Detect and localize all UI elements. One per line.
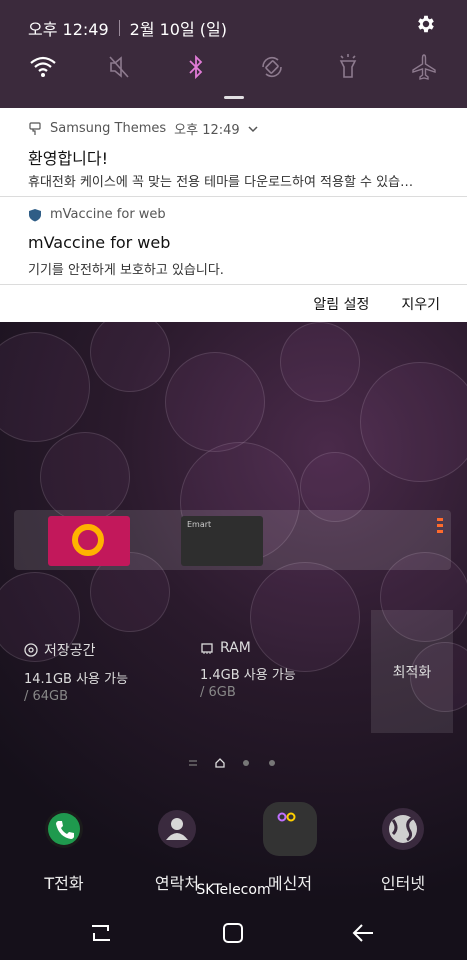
date: 2월 10일 (일) bbox=[129, 20, 227, 39]
quick-toggles bbox=[0, 50, 467, 90]
storage-available: 14.1GB 사용 가능 bbox=[24, 672, 129, 687]
device-care-widget: 저장공간 14.1GB 사용 가능 / 64GB RAM 1.4GB 사용 가능… bbox=[0, 610, 467, 733]
page-dot bbox=[243, 760, 249, 766]
storage-label: 저장공간 bbox=[44, 643, 96, 659]
shield-icon bbox=[29, 208, 41, 221]
card-logo-icon bbox=[72, 524, 104, 556]
messenger-app-icon[interactable] bbox=[261, 800, 319, 858]
home-page-icon bbox=[215, 758, 225, 768]
ram-available: 1.4GB 사용 가능 bbox=[200, 668, 296, 683]
notification-settings-button[interactable]: 알림 설정 bbox=[313, 294, 369, 314]
storage-total: / 64GB bbox=[24, 689, 69, 704]
notification-text: 기기를 안전하게 보호하고 있습니다. bbox=[28, 263, 224, 278]
chevron-down-icon[interactable] bbox=[248, 125, 258, 133]
brush-icon bbox=[29, 121, 41, 135]
navigation-bar bbox=[0, 904, 467, 960]
wallpaper-bubble bbox=[0, 332, 90, 442]
clock: 오후 12:49 bbox=[28, 20, 109, 39]
notification-samsung-themes[interactable]: Samsung Themes 오후 12:49 환영합니다! 휴대전화 케이스에… bbox=[0, 108, 467, 197]
internet-app-icon[interactable] bbox=[374, 800, 432, 858]
optimize-button[interactable]: 최적화 bbox=[371, 610, 453, 733]
panel-drag-handle[interactable] bbox=[224, 96, 244, 99]
mute-icon[interactable] bbox=[102, 50, 136, 84]
wallpaper-bubble bbox=[40, 432, 130, 522]
payment-cards-strip[interactable]: Emart bbox=[14, 510, 451, 570]
menu-icon[interactable] bbox=[437, 518, 443, 534]
clear-notifications-button[interactable]: 지우기 bbox=[401, 294, 440, 314]
settings-gear-icon[interactable] bbox=[415, 13, 437, 35]
ram-total: / 6GB bbox=[200, 685, 236, 700]
auto-rotate-icon[interactable] bbox=[255, 50, 289, 84]
notification-header: mVaccine for web bbox=[28, 207, 166, 222]
notification-app-name: mVaccine for web bbox=[50, 207, 166, 222]
wallpaper-bubble bbox=[280, 322, 360, 402]
storage-icon bbox=[24, 643, 38, 657]
recent-apps-icon[interactable] bbox=[88, 920, 114, 946]
notification-time: 오후 12:49 bbox=[174, 123, 240, 138]
app-dock: T전화 연락처 메신저 인터넷 bbox=[0, 798, 467, 893]
page-indicator[interactable] bbox=[0, 756, 467, 770]
payment-card[interactable]: Emart bbox=[181, 516, 263, 566]
wallpaper-bubble bbox=[360, 362, 467, 482]
list-icon bbox=[189, 760, 197, 766]
notification-app-name: Samsung Themes bbox=[50, 121, 167, 136]
contacts-app-icon[interactable] bbox=[148, 800, 206, 858]
back-arrow-icon[interactable] bbox=[350, 920, 376, 946]
wifi-icon[interactable] bbox=[26, 50, 60, 84]
quick-panel: 오후 12:49 2월 10일 (일) bbox=[0, 0, 467, 108]
bluetooth-icon[interactable] bbox=[179, 50, 213, 84]
flashlight-icon[interactable] bbox=[331, 50, 365, 84]
notification-title: 환영합니다! bbox=[28, 149, 109, 168]
home-screen: Emart 저장공간 14.1GB 사용 가능 / 64GB RAM 1.4GB… bbox=[0, 322, 467, 960]
storage-info: 저장공간 14.1GB 사용 가능 / 64GB bbox=[24, 640, 128, 704]
notification-list: Samsung Themes 오후 12:49 환영합니다! 휴대전화 케이스에… bbox=[0, 108, 467, 322]
notification-header: Samsung Themes 오후 12:49 bbox=[28, 119, 258, 138]
chip-icon bbox=[201, 643, 213, 654]
notification-actions: 알림 설정 지우기 bbox=[0, 285, 467, 322]
divider bbox=[118, 20, 120, 36]
carrier-label: SKTelecom bbox=[196, 882, 271, 898]
notification-text: 휴대전화 케이스에 꼭 맞는 전용 테마를 다운로드하여 적용할 수 있습… bbox=[28, 175, 414, 190]
airplane-icon[interactable] bbox=[407, 50, 441, 84]
wallpaper-bubble bbox=[90, 322, 170, 392]
page-dot bbox=[269, 760, 275, 766]
notification-mvaccine[interactable]: mVaccine for web mVaccine for web 기기를 안전… bbox=[0, 197, 467, 285]
phone-app-icon[interactable] bbox=[35, 800, 93, 858]
payment-card[interactable] bbox=[48, 516, 130, 566]
ram-label: RAM bbox=[220, 640, 251, 656]
ram-info: RAM 1.4GB 사용 가능 / 6GB bbox=[200, 640, 296, 700]
notification-title: mVaccine for web bbox=[28, 233, 171, 252]
status-bar: 오후 12:49 2월 10일 (일) bbox=[28, 16, 227, 40]
card-label: Emart bbox=[187, 520, 212, 529]
home-button-icon[interactable] bbox=[220, 920, 246, 946]
wallpaper-bubble bbox=[165, 352, 265, 452]
